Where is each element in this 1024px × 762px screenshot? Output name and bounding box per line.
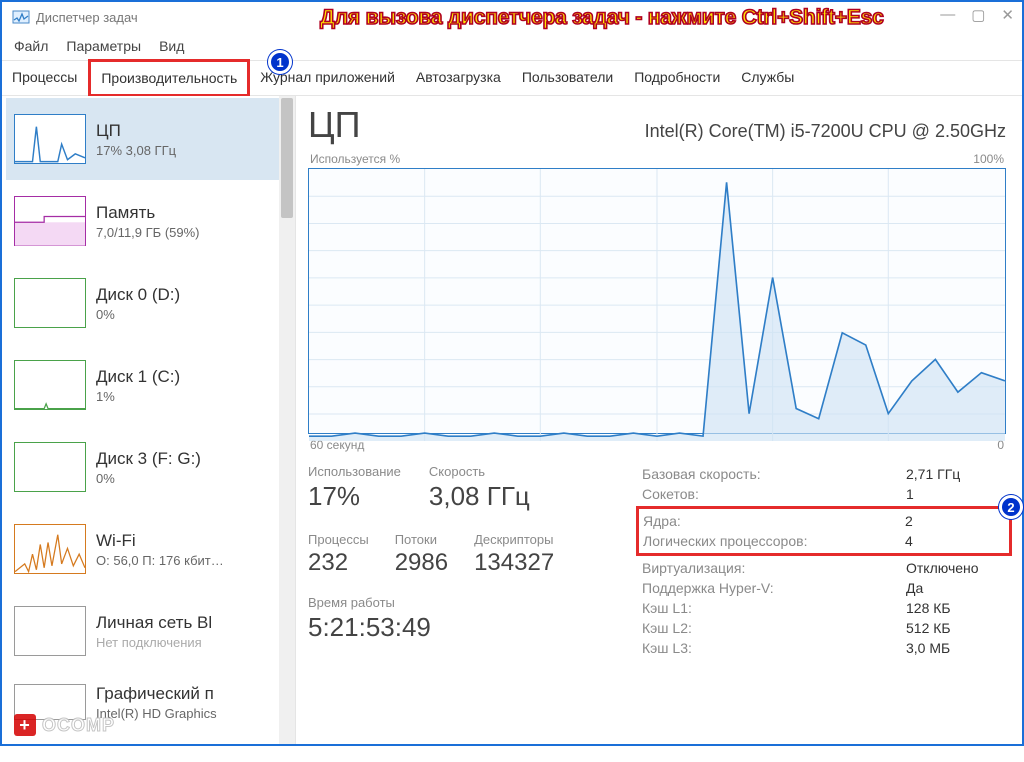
cpu-usage-chart[interactable] <box>308 168 1006 434</box>
sidebar-item-label: ЦП <box>96 121 176 141</box>
sidebar-item-sub: 7,0/11,9 ГБ (59%) <box>96 225 200 240</box>
minimize-button[interactable]: — <box>940 6 955 24</box>
window-title: Диспетчер задач <box>36 10 138 25</box>
task-manager-window: Диспетчер задач — ▢ ✕ Для вызова диспетч… <box>0 0 1024 746</box>
usage-label: Использование <box>308 464 401 479</box>
main-panel: ЦП Intel(R) Core(TM) i5-7200U CPU @ 2.50… <box>296 96 1022 744</box>
sockets-label: Сокетов: <box>642 486 699 502</box>
page-title: ЦП <box>308 104 361 146</box>
base-speed-value: 2,71 ГГц <box>906 466 1006 482</box>
uptime-label: Время работы <box>308 595 608 610</box>
chart-y-max: 100% <box>973 152 1004 166</box>
cpu-model-name: Intel(R) Core(TM) i5-7200U CPU @ 2.50GHz <box>645 121 1006 142</box>
tab-performance[interactable]: Производительность <box>88 59 250 97</box>
close-button[interactable]: ✕ <box>1001 6 1014 24</box>
l3-cache-value: 3,0 МБ <box>906 640 1006 656</box>
sidebar-item-wifi[interactable]: Wi-Fi О: 56,0 П: 176 кбит… <box>6 508 295 590</box>
threads-label: Потоки <box>395 532 448 547</box>
plus-icon: + <box>14 714 36 736</box>
scrollbar-thumb[interactable] <box>281 98 293 218</box>
tab-processes[interactable]: Процессы <box>2 61 88 95</box>
handles-label: Дескрипторы <box>474 532 554 547</box>
l1-cache-label: Кэш L1: <box>642 600 692 616</box>
stats-section: Использование 17% Скорость 3,08 ГГц Проц… <box>308 464 1006 658</box>
processes-value: 232 <box>308 549 369 577</box>
annotation-bubble-1: 1 <box>268 50 292 74</box>
sidebar-item-sub: 1% <box>96 389 180 404</box>
l1-cache-value: 128 КБ <box>906 600 1006 616</box>
memory-thumb-icon <box>14 196 86 246</box>
chart-y-label: Используется % <box>310 152 400 166</box>
sidebar-item-label: Личная сеть Bl <box>96 613 212 633</box>
sidebar-list: ЦП 17% 3,08 ГГц Память 7,0/11,9 ГБ (59%) <box>2 96 295 732</box>
usage-value: 17% <box>308 481 401 512</box>
cores-label: Ядра: <box>643 513 681 529</box>
sidebar-item-cpu[interactable]: ЦП 17% 3,08 ГГц <box>6 98 295 180</box>
sidebar-item-label: Диск 0 (D:) <box>96 285 180 305</box>
content-area: ЦП 17% 3,08 ГГц Память 7,0/11,9 ГБ (59%) <box>2 96 1022 744</box>
hyperv-value: Да <box>906 580 1006 596</box>
logical-processors-value: 4 <box>905 533 1005 549</box>
wifi-thumb-icon <box>14 524 86 574</box>
annotation-highlight-box: Ядра:2 Логических процессоров:4 2 <box>636 506 1012 556</box>
uptime-value: 5:21:53:49 <box>308 612 608 643</box>
sidebar-item-sub: О: 56,0 П: 176 кбит… <box>96 553 224 568</box>
sidebar-scrollbar[interactable] <box>279 96 295 744</box>
virtualization-label: Виртуализация: <box>642 560 745 576</box>
processes-label: Процессы <box>308 532 369 547</box>
tab-users[interactable]: Пользователи <box>512 61 624 95</box>
watermark-text: OCOMP <box>42 715 115 736</box>
cpu-thumb-icon <box>14 114 86 164</box>
network-thumb-icon <box>14 606 86 656</box>
sidebar-item-disk0[interactable]: Диск 0 (D:) 0% <box>6 262 295 344</box>
sidebar-item-disk3[interactable]: Диск 3 (F: G:) 0% <box>6 426 295 508</box>
menubar: Файл Параметры Вид <box>2 32 1022 60</box>
sidebar-item-memory[interactable]: Память 7,0/11,9 ГБ (59%) <box>6 180 295 262</box>
disk-thumb-icon <box>14 278 86 328</box>
speed-label: Скорость <box>429 464 530 479</box>
sidebar-item-sub: 0% <box>96 307 180 322</box>
sidebar-item-label: Память <box>96 203 200 223</box>
window-controls: — ▢ ✕ <box>940 6 1014 24</box>
sidebar-item-label: Диск 1 (C:) <box>96 367 180 387</box>
sidebar-item-sub: 0% <box>96 471 201 486</box>
l3-cache-label: Кэш L3: <box>642 640 692 656</box>
tab-details[interactable]: Подробности <box>624 61 731 95</box>
handles-value: 134327 <box>474 549 554 577</box>
sidebar-item-label: Wi-Fi <box>96 531 224 551</box>
disk-thumb-icon <box>14 360 86 410</box>
base-speed-label: Базовая скорость: <box>642 466 761 482</box>
logical-processors-label: Логических процессоров: <box>643 533 807 549</box>
sidebar: ЦП 17% 3,08 ГГц Память 7,0/11,9 ГБ (59%) <box>2 96 296 744</box>
virtualization-value: Отключено <box>906 560 1006 576</box>
tabs: Процессы Производительность Журнал прило… <box>2 60 1022 96</box>
annotation-hint: Для вызова диспетчера задач - нажмите Ct… <box>320 6 884 30</box>
sidebar-item-bluetooth[interactable]: Личная сеть Bl Нет подключения <box>6 590 295 672</box>
cpu-details: Базовая скорость: 2,71 ГГц Сокетов: 1 Ядра… <box>642 464 1006 658</box>
annotation-bubble-2: 2 <box>999 495 1023 519</box>
sidebar-item-disk1[interactable]: Диск 1 (C:) 1% <box>6 344 295 426</box>
l2-cache-value: 512 КБ <box>906 620 1006 636</box>
sidebar-item-label: Графический п <box>96 684 217 704</box>
watermark: + OCOMP <box>14 714 115 736</box>
tab-startup[interactable]: Автозагрузка <box>406 61 512 95</box>
sidebar-item-sub: Нет подключения <box>96 635 212 650</box>
tab-services[interactable]: Службы <box>731 61 805 95</box>
menu-view[interactable]: Вид <box>153 36 190 56</box>
sidebar-item-label: Диск 3 (F: G:) <box>96 449 201 469</box>
menu-file[interactable]: Файл <box>8 36 54 56</box>
hyperv-label: Поддержка Hyper-V: <box>642 580 774 596</box>
task-manager-icon <box>12 8 30 26</box>
speed-value: 3,08 ГГц <box>429 481 530 512</box>
disk-thumb-icon <box>14 442 86 492</box>
threads-value: 2986 <box>395 549 448 577</box>
maximize-button[interactable]: ▢ <box>971 6 985 24</box>
cores-value: 2 <box>905 513 1005 529</box>
sidebar-item-sub: 17% 3,08 ГГц <box>96 143 176 158</box>
sockets-value: 1 <box>906 486 1006 502</box>
menu-options[interactable]: Параметры <box>60 36 147 56</box>
l2-cache-label: Кэш L2: <box>642 620 692 636</box>
